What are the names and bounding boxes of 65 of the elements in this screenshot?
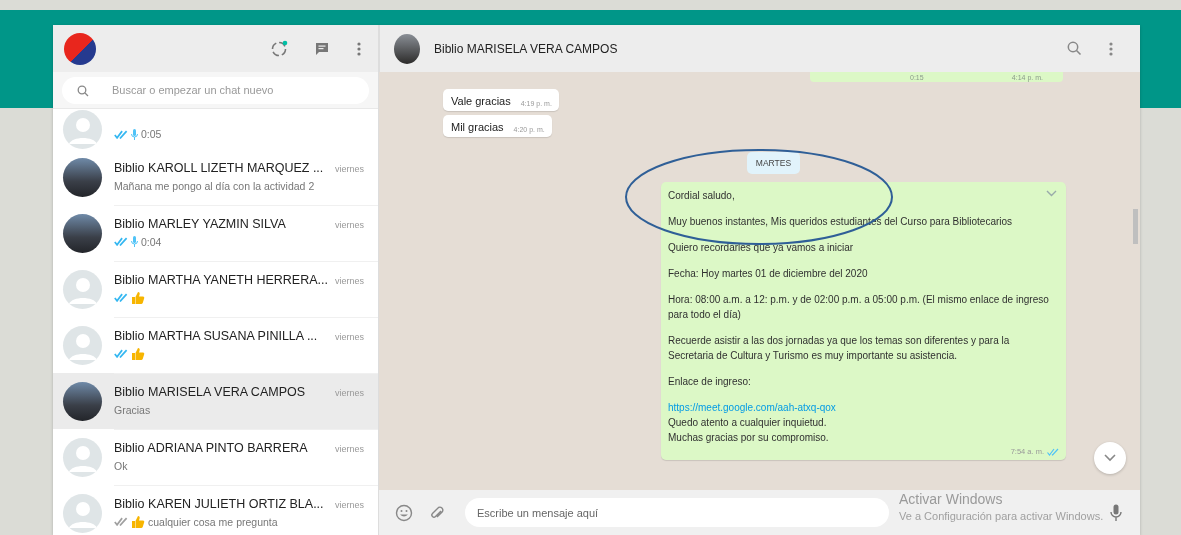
message-input[interactable]: Escribe un mensaje aquí xyxy=(465,498,889,527)
contact-name: Biblio MARTHA YANETH HERRERA... xyxy=(114,272,328,287)
thumbs-up-icon xyxy=(131,514,145,529)
thumbs-up-icon xyxy=(131,346,145,361)
chat-time: viernes xyxy=(335,275,364,286)
message-text: Mil gracias xyxy=(451,121,504,133)
microphone-icon xyxy=(131,236,138,247)
contact-name: Biblio MARLEY YAZMIN SILVA xyxy=(114,216,286,231)
thumbs-up-icon xyxy=(131,290,145,305)
message-text: Fecha: Hoy martes 01 de diciembre del 2020 xyxy=(668,267,868,281)
search-icon[interactable] xyxy=(1067,41,1082,56)
contact-name: Biblio KAREN JULIETH ORTIZ BLA... xyxy=(114,496,324,511)
contact-name: Biblio MARISELA VERA CAMPOS xyxy=(114,384,306,399)
profile-avatar[interactable] xyxy=(64,32,96,65)
search-field[interactable]: Buscar o empezar un chat nuevo xyxy=(62,76,369,104)
date-chip: MARTES xyxy=(746,152,801,174)
activation-notice-text: Ve a Configuración para activar Windows. xyxy=(899,510,1104,522)
message-preview: 0:05 xyxy=(141,128,162,140)
microphone-icon[interactable] xyxy=(1110,503,1122,522)
scrollbar-thumb[interactable] xyxy=(1133,209,1138,244)
chat-item[interactable]: 0:05 xyxy=(53,109,378,149)
message-text: Muchas gracias por su compromiso. xyxy=(668,431,829,445)
message-text: Recuerde asistir a las dos jornadas ya que los temas son diferentes y para la Secretaria de Cultura y Turismo es muy importante su asistencia. xyxy=(668,334,1011,363)
message-preview: Mañana me pongo al día con la actividad 2 xyxy=(114,179,315,192)
chat-item[interactable]: Biblio MARTHA YANETH HERRERA... viernes xyxy=(53,261,378,317)
chat-item[interactable]: Biblio MARISELA VERA CAMPOS viernes Gracias xyxy=(53,373,378,429)
chat-time: viernes xyxy=(335,443,364,454)
activation-notice-title: Activar Windows xyxy=(899,491,1004,507)
contact-name: Biblio MARTHA SUSANA PINILLA ... xyxy=(114,328,318,343)
search-icon xyxy=(77,84,89,97)
status-icon[interactable] xyxy=(270,39,288,58)
message-preview: Ok xyxy=(114,459,128,472)
chat-time: viernes xyxy=(335,499,364,510)
chat-item[interactable]: Biblio ADRIANA PINTO BARRERA viernes Ok xyxy=(53,429,378,485)
menu-icon[interactable] xyxy=(356,40,362,57)
message-text: Enlace de ingreso: xyxy=(668,375,751,389)
chat-item[interactable]: Biblio KAREN JULIETH ORTIZ BLA... viernes cualquier cosa me pregunta xyxy=(53,485,378,535)
message-text: Vale gracias xyxy=(451,95,511,107)
chat-item[interactable]: Biblio MARTHA SUSANA PINILLA ... viernes xyxy=(53,317,378,373)
message-text: Hora: 08:00 a.m. a 12: p.m. y de 02:00 p.m. a 05:00 p.m. (El mismo enlace de ingreso para todo el día) xyxy=(668,293,1050,322)
chat-time: viernes xyxy=(335,331,364,342)
double-check-icon xyxy=(1047,447,1059,456)
contact-name[interactable]: Biblio MARISELA VERA CAMPOS xyxy=(434,41,1067,56)
message-preview: cualquier cosa me pregunta xyxy=(148,515,278,528)
menu-icon[interactable] xyxy=(1108,40,1114,57)
scroll-down-button[interactable] xyxy=(1094,442,1126,474)
message-text: Quiero recordarles que ya vamos a iniciar xyxy=(668,241,854,255)
chat-time: viernes xyxy=(335,387,364,398)
message-preview: 0:04 xyxy=(141,235,162,248)
contact-avatar[interactable] xyxy=(394,33,420,64)
chat-item[interactable]: Biblio MARLEY YAZMIN SILVA viernes 0:04 xyxy=(53,205,378,261)
chevron-icon[interactable] xyxy=(1046,190,1057,197)
chat-time: viernes xyxy=(335,163,364,174)
new-chat-icon[interactable] xyxy=(314,40,330,57)
chevron-icon xyxy=(1104,454,1116,462)
message-preview: Gracias xyxy=(114,403,151,416)
contact-name: Biblio ADRIANA PINTO BARRERA xyxy=(114,440,308,455)
contact-name: Biblio KAROLL LIZETH MARQUEZ ... xyxy=(114,160,324,175)
chat-item[interactable]: Biblio KAROLL LIZETH MARQUEZ ... viernes Mañana me pongo al día con la actividad 2 xyxy=(53,149,378,205)
microphone-icon xyxy=(131,128,138,140)
emoji-icon[interactable] xyxy=(395,503,413,522)
message-text: Quedo atento a cualquier inquietud. xyxy=(668,416,827,430)
message-text: Cordial saludo, xyxy=(668,189,735,203)
paperclip-icon[interactable] xyxy=(429,504,445,521)
chat-time: viernes xyxy=(335,219,364,230)
